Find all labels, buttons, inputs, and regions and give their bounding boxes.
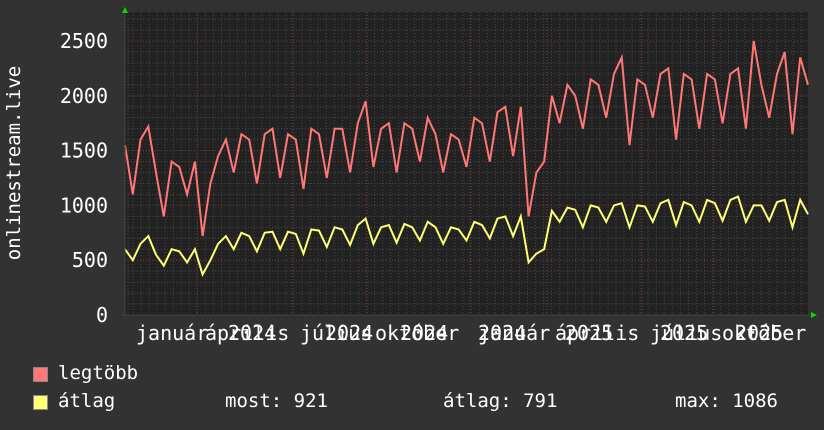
- x-tick-month-label: október: [722, 321, 806, 345]
- x-tick-month-label: január: [136, 321, 208, 345]
- legend-now: most: 921: [225, 390, 328, 412]
- legend-swatch-legtobb: [33, 367, 48, 382]
- y-tick-label: 0: [96, 303, 108, 327]
- x-axis-arrow-icon: [811, 312, 817, 318]
- x-tick-month-label: április: [205, 321, 289, 345]
- legend-average: átlag: 791: [443, 390, 558, 412]
- x-tick-month-label: január: [478, 321, 550, 345]
- y-tick-label: 1500: [60, 139, 108, 163]
- y-tick-label: 2000: [60, 84, 108, 108]
- x-tick-month-label: április: [555, 321, 639, 345]
- legend-label-atlag: átlag: [58, 390, 116, 412]
- legend-swatch-atlag: [33, 395, 48, 410]
- legend-label-legtobb: legtöbb: [58, 362, 139, 384]
- y-axis-label: onlinestream.live: [3, 66, 25, 260]
- legend-maximum: max: 1086: [675, 390, 778, 412]
- y-tick-label: 500: [72, 248, 108, 272]
- x-tick-month-label: október: [375, 321, 459, 345]
- y-tick-label: 2500: [60, 29, 108, 53]
- y-axis-arrow-icon: [122, 7, 128, 13]
- x-tick-month-label: július: [300, 321, 372, 345]
- y-tick-label: 1000: [60, 193, 108, 217]
- x-tick-month-label: július: [650, 321, 722, 345]
